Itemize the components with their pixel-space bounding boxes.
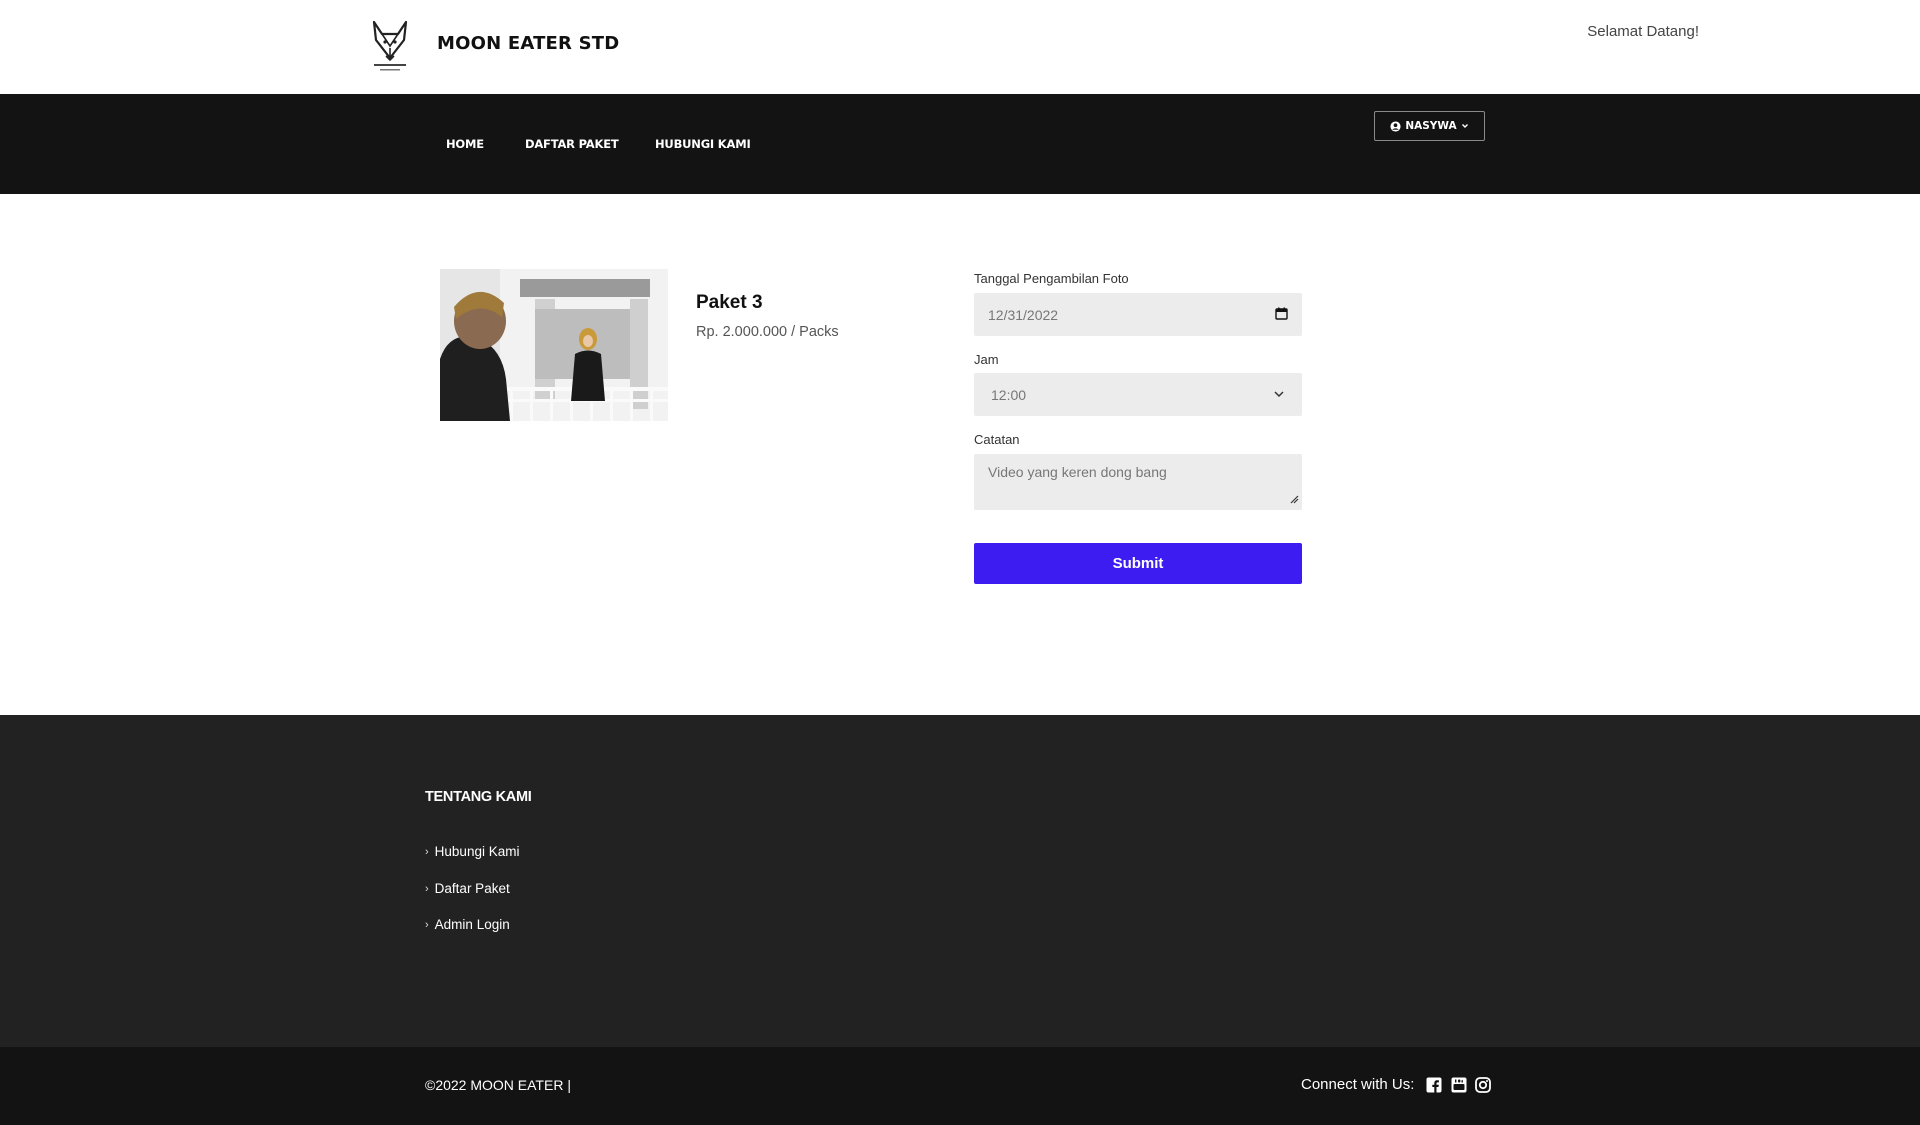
chevron-down-icon: [1461, 122, 1469, 130]
nav-daftar-paket[interactable]: DAFTAR PAKET: [525, 137, 619, 151]
footer: TENTANG KAMI › Hubungi Kami › Daftar Pak…: [0, 715, 1920, 1047]
jam-label: Jam: [974, 352, 999, 367]
footer-link-label: Hubungi Kami: [434, 844, 520, 859]
catatan-value: Video yang keren dong bang: [988, 464, 1167, 480]
chevron-right-icon: ›: [425, 845, 429, 858]
user-name: NASYWA: [1405, 120, 1457, 132]
jam-select[interactable]: 12:00: [974, 373, 1302, 416]
chevron-right-icon: ›: [425, 882, 429, 895]
facebook-icon[interactable]: [1426, 1077, 1442, 1093]
user-menu-button[interactable]: NASYWA: [1374, 111, 1485, 141]
connect-label: Connect with Us:: [1301, 1076, 1415, 1093]
jam-value: 12:00: [991, 386, 1027, 403]
welcome-text: Selamat Datang!: [1587, 23, 1699, 40]
nav-home[interactable]: HOME: [446, 137, 484, 151]
footer-link-admin-login[interactable]: › Admin Login: [425, 917, 510, 932]
instagram-icon[interactable]: [1475, 1077, 1491, 1093]
product-title: Paket 3: [696, 292, 763, 313]
moon-eater-logo[interactable]: [368, 18, 412, 74]
main-navbar: HOME DAFTAR PAKET HUBUNGI KAMI NASYWA: [0, 94, 1920, 194]
footer-link-hubungi-kami[interactable]: › Hubungi Kami: [425, 844, 519, 859]
calendar-icon[interactable]: [1275, 307, 1288, 323]
catatan-label: Catatan: [974, 432, 1020, 447]
date-input[interactable]: 12/31/2022: [974, 293, 1302, 336]
bottom-bar: ©2022 MOON EATER | Connect with Us:: [0, 1047, 1920, 1125]
youtube-icon[interactable]: [1451, 1077, 1467, 1093]
brand-name[interactable]: MOON EATER STD: [437, 33, 619, 54]
footer-heading: TENTANG KAMI: [425, 789, 532, 805]
footer-link-label: Daftar Paket: [434, 881, 510, 896]
date-value: 12/31/2022: [988, 306, 1059, 323]
chevron-down-icon: [1273, 387, 1285, 403]
nav-hubungi-kami[interactable]: HUBUNGI KAMI: [655, 137, 751, 151]
date-label: Tanggal Pengambilan Foto: [974, 271, 1129, 286]
submit-button[interactable]: Submit: [974, 543, 1302, 584]
footer-link-label: Admin Login: [434, 917, 510, 932]
copyright-text: ©2022 MOON EATER |: [425, 1077, 571, 1093]
footer-link-daftar-paket[interactable]: › Daftar Paket: [425, 881, 510, 896]
chevron-right-icon: ›: [425, 918, 429, 931]
catatan-textarea[interactable]: Video yang keren dong bang: [974, 454, 1302, 510]
user-circle-icon: [1390, 120, 1401, 132]
product-price: Rp. 2.000.000 / Packs: [696, 324, 839, 340]
product-photo: [440, 269, 668, 421]
top-header: MOON EATER STD Selamat Datang!: [0, 0, 1920, 94]
resize-handle-icon[interactable]: [1289, 491, 1299, 507]
